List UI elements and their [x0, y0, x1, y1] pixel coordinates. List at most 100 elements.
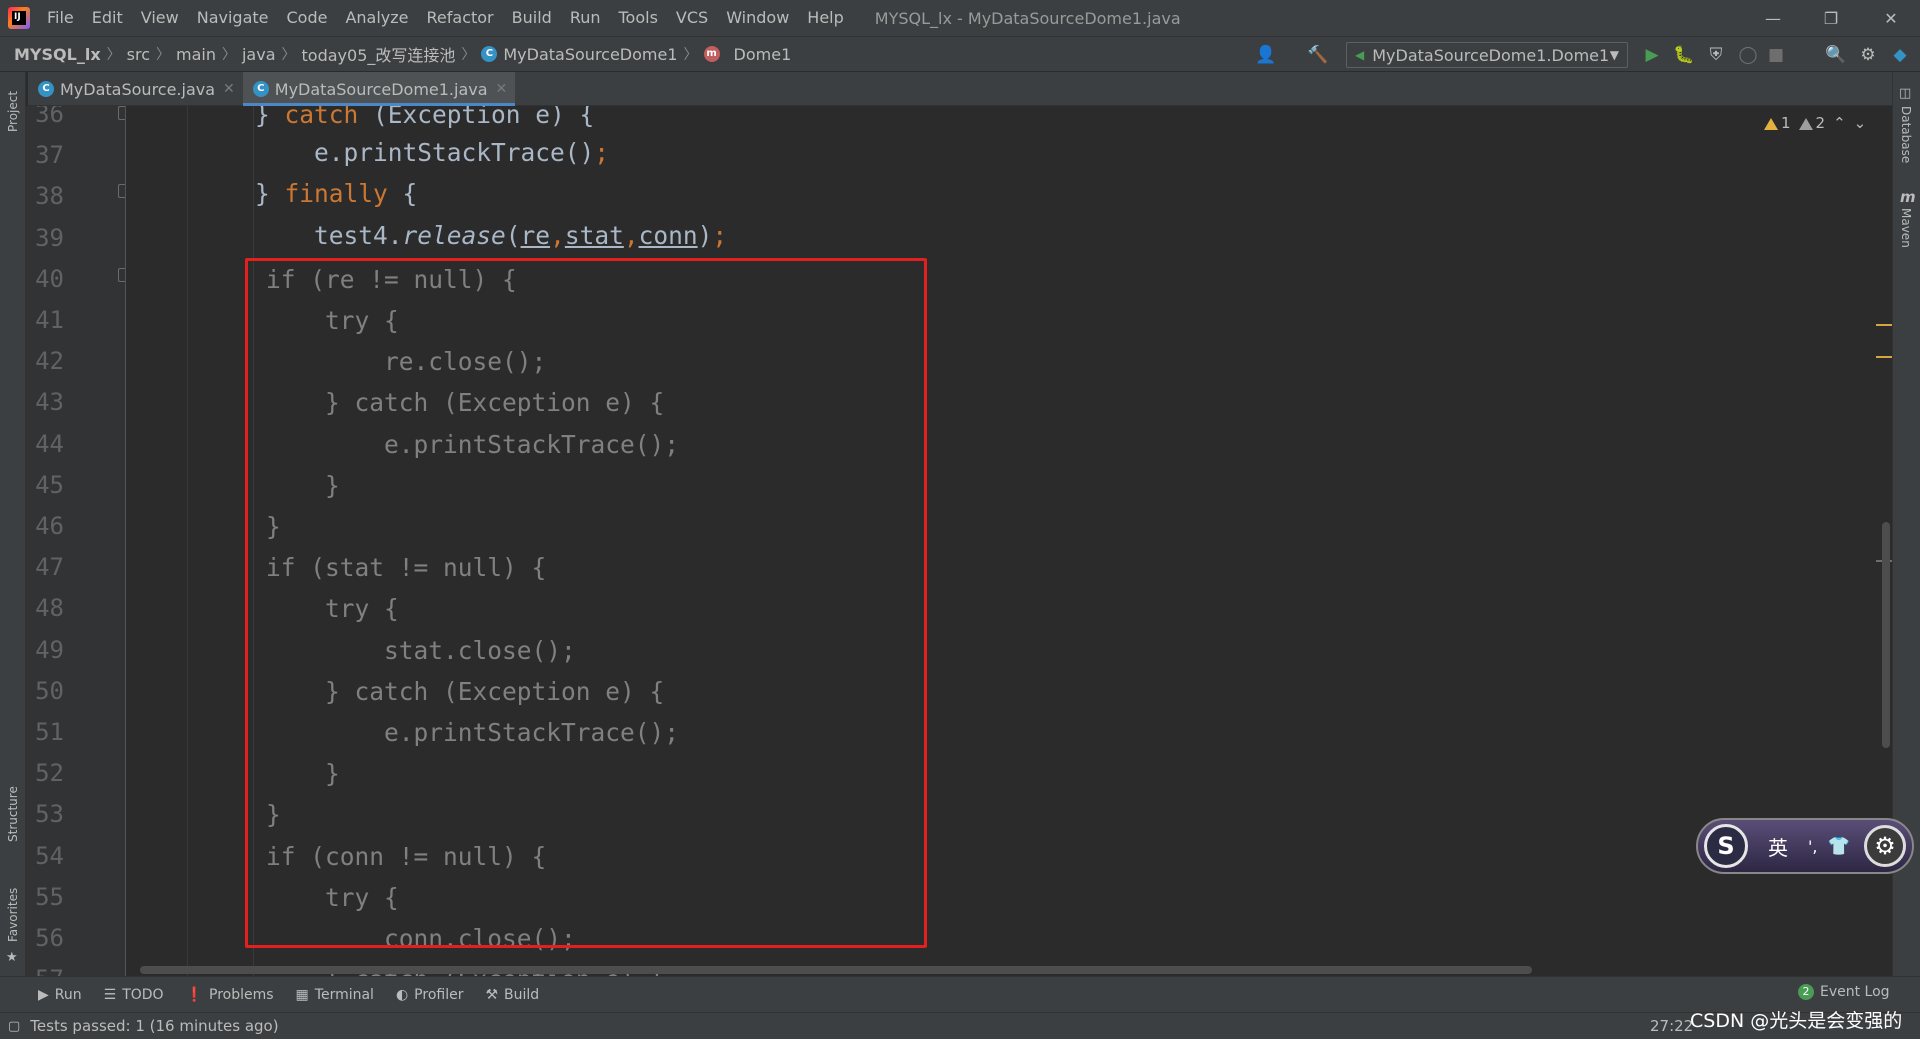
build-tool-button[interactable]: ⚒ Build — [485, 987, 539, 1003]
breadcrumb-main[interactable]: main — [176, 45, 216, 64]
terminal-tool-button[interactable]: ▦ Terminal — [296, 987, 374, 1003]
restore-icon[interactable]: ❐ — [1802, 0, 1860, 36]
line-number[interactable]: 46 — [26, 506, 64, 547]
line-number[interactable]: 55 — [26, 877, 64, 918]
line-number[interactable]: 42 — [26, 341, 64, 382]
line-number[interactable]: 56 — [26, 918, 64, 959]
line-number[interactable]: 51 — [26, 712, 64, 753]
problems-tool-button[interactable]: ❗ Problems — [186, 987, 274, 1003]
line-number[interactable]: 36 — [26, 106, 64, 135]
menu-code[interactable]: Code — [278, 0, 337, 36]
ime-toolbar[interactable]: S 英 ', 👕 ⚙ — [1696, 818, 1914, 874]
minimize-icon[interactable]: — — [1744, 0, 1802, 36]
line-number[interactable]: 41 — [26, 300, 64, 341]
menu-run[interactable]: Run — [561, 0, 610, 36]
run-icon[interactable]: ▶ — [1642, 45, 1662, 65]
todo-tool-button[interactable]: ☰ TODO — [104, 987, 164, 1003]
structure-tool-button[interactable]: Structure — [6, 786, 20, 842]
line-number[interactable]: 52 — [26, 753, 64, 794]
close-icon[interactable]: ✕ — [223, 81, 235, 97]
profile-icon[interactable]: ◯ — [1738, 45, 1758, 65]
menu-window[interactable]: Window — [717, 0, 798, 36]
chevron-down-icon[interactable]: ⌄ — [1854, 114, 1867, 132]
fold-marker-icon[interactable] — [118, 184, 125, 198]
list-icon: ☰ — [103, 986, 117, 1003]
code-line-37: e.printStackTrace(); — [137, 138, 610, 167]
stop-icon[interactable]: ■ — [1766, 45, 1786, 65]
line-number[interactable]: 50 — [26, 671, 64, 712]
menu-analyze[interactable]: Analyze — [336, 0, 417, 36]
user-icon[interactable]: 👤 — [1255, 45, 1276, 65]
coverage-icon[interactable]: ⛨ — [1706, 45, 1726, 65]
fold-marker-icon[interactable] — [118, 106, 125, 120]
error-stripe-marker[interactable] — [1876, 324, 1892, 326]
ime-language-toggle[interactable]: 英 — [1768, 832, 1788, 861]
tab-mydatasource[interactable]: C MyDataSource.java ✕ — [28, 72, 243, 106]
breadcrumb-src[interactable]: src — [127, 45, 150, 64]
close-window-icon[interactable]: ✕ — [1862, 0, 1920, 36]
menu-tools[interactable]: Tools — [610, 0, 667, 36]
chevron-up-icon[interactable]: ⌃ — [1833, 114, 1846, 132]
menu-file[interactable]: File — [38, 0, 83, 36]
ime-skin-icon[interactable]: 👕 — [1827, 836, 1849, 857]
line-number[interactable]: 44 — [26, 424, 64, 465]
line-number[interactable]: 38 — [26, 176, 64, 217]
panel-toggle-icon[interactable]: ▢ — [8, 1019, 20, 1034]
breadcrumb-class[interactable]: MyDataSourceDome1 — [503, 45, 677, 64]
debug-icon[interactable]: 🐛 — [1673, 45, 1694, 65]
hammer-icon: ⚒ — [485, 986, 499, 1003]
line-number[interactable]: 48 — [26, 588, 64, 629]
breadcrumb-method[interactable]: Dome1 — [734, 45, 792, 64]
error-stripe-marker[interactable] — [1876, 356, 1892, 358]
run-tool-button[interactable]: ▶ Run — [38, 987, 82, 1003]
line-number[interactable]: 37 — [26, 135, 64, 176]
menu-edit[interactable]: Edit — [83, 0, 132, 36]
line-number[interactable]: 57 — [26, 959, 64, 976]
line-number[interactable]: 53 — [26, 794, 64, 835]
warning-icon — [1764, 117, 1778, 130]
fold-marker-icon[interactable] — [118, 268, 125, 282]
line-number[interactable]: 47 — [26, 547, 64, 588]
event-log-button[interactable]: 2 Event Log — [1798, 984, 1890, 1000]
build-hammer-icon[interactable]: 🔨 — [1307, 45, 1328, 65]
tab-mydatasourcedome1[interactable]: C MyDataSourceDome1.java ✕ — [242, 72, 516, 106]
close-icon[interactable]: ✕ — [496, 81, 508, 97]
caret-position[interactable]: 27:22 — [1650, 1017, 1693, 1035]
toolbox-icon[interactable]: ◆ — [1890, 45, 1910, 65]
line-number[interactable]: 54 — [26, 836, 64, 877]
chevron-right-icon: 〉 — [461, 47, 476, 63]
line-number[interactable]: 43 — [26, 382, 64, 423]
menu-navigate[interactable]: Navigate — [188, 0, 278, 36]
sogou-logo-icon[interactable]: S — [1704, 824, 1748, 868]
line-number[interactable]: 40 — [26, 259, 64, 300]
event-count-badge: 2 — [1798, 984, 1814, 1000]
maven-tool-button[interactable]: Maven — [1899, 208, 1913, 248]
menu-help[interactable]: Help — [798, 0, 852, 36]
breadcrumb-java[interactable]: java — [242, 45, 276, 64]
breadcrumb-package[interactable]: today05_改写连接池 — [302, 42, 456, 66]
favorites-tool-button[interactable]: Favorites — [6, 888, 20, 942]
run-configuration-select[interactable]: ◀ MyDataSourceDome1.Dome1 ▼ — [1346, 42, 1628, 68]
gear-icon[interactable]: ⚙ — [1858, 45, 1878, 65]
ime-settings-icon[interactable]: ⚙ — [1864, 825, 1906, 867]
breadcrumb-project[interactable]: MYSQL_lx — [14, 45, 101, 64]
watermark: CSDN @光头是会变强的 — [1690, 1010, 1903, 1032]
warning-count: 1 — [1781, 114, 1791, 132]
line-number[interactable]: 39 — [26, 218, 64, 259]
line-number[interactable]: 49 — [26, 630, 64, 671]
tab-label: MyDataSourceDome1.java — [274, 79, 488, 99]
menu-view[interactable]: View — [132, 0, 188, 36]
inspection-widget[interactable]: 1 2 ⌃ ⌄ — [1764, 112, 1866, 134]
menu-build[interactable]: Build — [503, 0, 561, 36]
profiler-tool-button[interactable]: ◐ Profiler — [396, 987, 464, 1003]
project-tool-button[interactable]: Project — [6, 91, 20, 132]
search-icon[interactable]: 🔍 — [1825, 45, 1846, 65]
horizontal-scrollbar[interactable] — [140, 966, 1532, 974]
menu-vcs[interactable]: VCS — [667, 0, 717, 36]
database-tool-button[interactable]: Database — [1899, 106, 1913, 163]
menu-refactor[interactable]: Refactor — [418, 0, 503, 36]
bottom-tool-bar: ▶ Run ☰ TODO ❗ Problems ▦ Terminal ◐ Profiler… — [0, 976, 1920, 1012]
line-number[interactable]: 45 — [26, 465, 64, 506]
ime-punctuation-toggle[interactable]: ', — [1808, 837, 1817, 856]
vertical-scrollbar[interactable] — [1882, 522, 1890, 748]
